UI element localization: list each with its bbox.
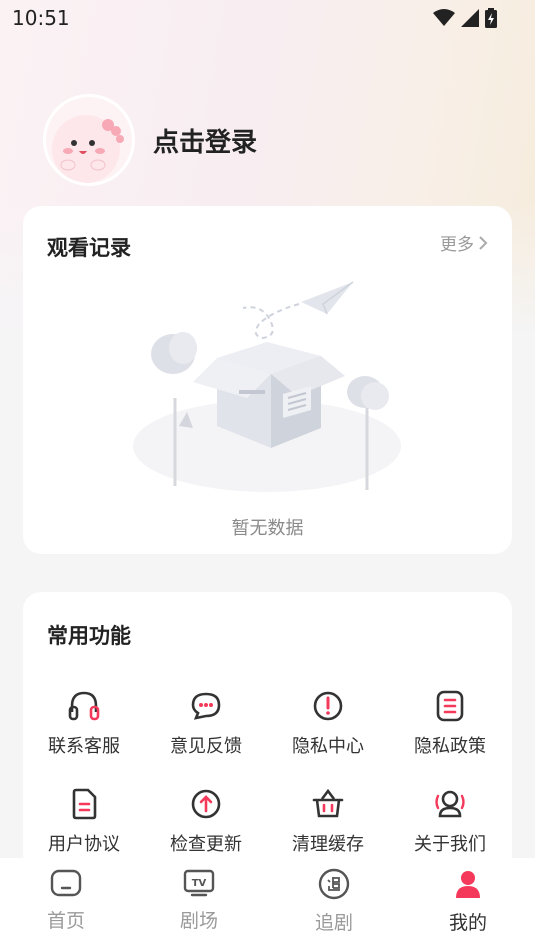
- function-label: 用户协议: [48, 834, 120, 855]
- function-label: 隐私中心: [292, 736, 364, 757]
- function-label: 关于我们: [414, 834, 486, 855]
- wifi-icon: [433, 9, 455, 26]
- chevron-right-icon: [479, 235, 488, 250]
- common-functions-card: 常用功能 联系客服 意见反馈 隐私中心 隐私政策 用户协议 检查更新 清理缓存: [23, 592, 512, 872]
- signal-icon: [461, 9, 479, 27]
- login-prompt[interactable]: 点击登录: [153, 122, 257, 159]
- common-functions-title: 常用功能: [47, 624, 131, 648]
- status-icons: [433, 8, 497, 28]
- user-icon: [456, 871, 480, 898]
- privacy-center-button[interactable]: 隐私中心: [267, 688, 389, 758]
- more-label: 更多: [440, 235, 474, 255]
- tab-label: 首页: [46, 910, 85, 932]
- privacy-policy-button[interactable]: 隐私政策: [389, 688, 511, 758]
- battery-icon: [485, 8, 497, 28]
- chat-bubble-icon: [191, 692, 221, 720]
- clear-cache-button[interactable]: 清理缓存: [267, 786, 389, 856]
- tv-icon: TV: [183, 869, 215, 897]
- function-label: 隐私政策: [414, 736, 486, 757]
- contact-support-button[interactable]: 联系客服: [23, 688, 145, 758]
- watch-history-card: 观看记录 更多 暂无数据: [23, 206, 512, 554]
- function-label: 意见反馈: [170, 736, 242, 757]
- avatar[interactable]: [46, 97, 132, 183]
- tab-label: 追剧: [314, 912, 353, 934]
- tab-home[interactable]: 首页: [26, 868, 106, 933]
- watch-history-title: 观看记录: [47, 236, 131, 260]
- home-icon: [50, 869, 82, 897]
- tab-theater[interactable]: TV 剧场: [159, 868, 239, 933]
- people-icon: [435, 790, 465, 818]
- feedback-button[interactable]: 意见反馈: [145, 688, 267, 758]
- exclamation-circle-icon: [313, 691, 343, 721]
- bottom-nav: 首页 TV 剧场 追剧 我的: [0, 858, 535, 951]
- check-update-button[interactable]: 检查更新: [145, 786, 267, 856]
- headset-icon: [68, 691, 100, 721]
- mascot-avatar-icon: [46, 97, 132, 183]
- empty-state-text: 暂无数据: [231, 518, 304, 539]
- document-list-icon: [436, 690, 464, 722]
- tab-follow[interactable]: 追剧: [294, 868, 374, 935]
- svg-text:TV: TV: [192, 878, 207, 889]
- tab-label: 我的: [448, 912, 487, 934]
- function-label: 联系客服: [48, 736, 120, 757]
- tab-mine[interactable]: 我的: [428, 868, 508, 935]
- function-label: 清理缓存: [292, 834, 364, 855]
- function-label: 检查更新: [170, 834, 242, 855]
- more-button[interactable]: 更多: [440, 230, 488, 255]
- file-icon: [72, 788, 97, 820]
- basket-icon: [312, 788, 344, 818]
- follow-icon: [318, 868, 350, 900]
- arrow-up-circle-icon: [191, 789, 221, 819]
- about-us-button[interactable]: 关于我们: [389, 786, 511, 856]
- status-bar: 10:51: [0, 0, 535, 36]
- tab-label: 剧场: [179, 910, 218, 932]
- status-time: 10:51: [12, 6, 70, 30]
- empty-box-illustration: [133, 281, 401, 492]
- user-agreement-button[interactable]: 用户协议: [23, 786, 145, 856]
